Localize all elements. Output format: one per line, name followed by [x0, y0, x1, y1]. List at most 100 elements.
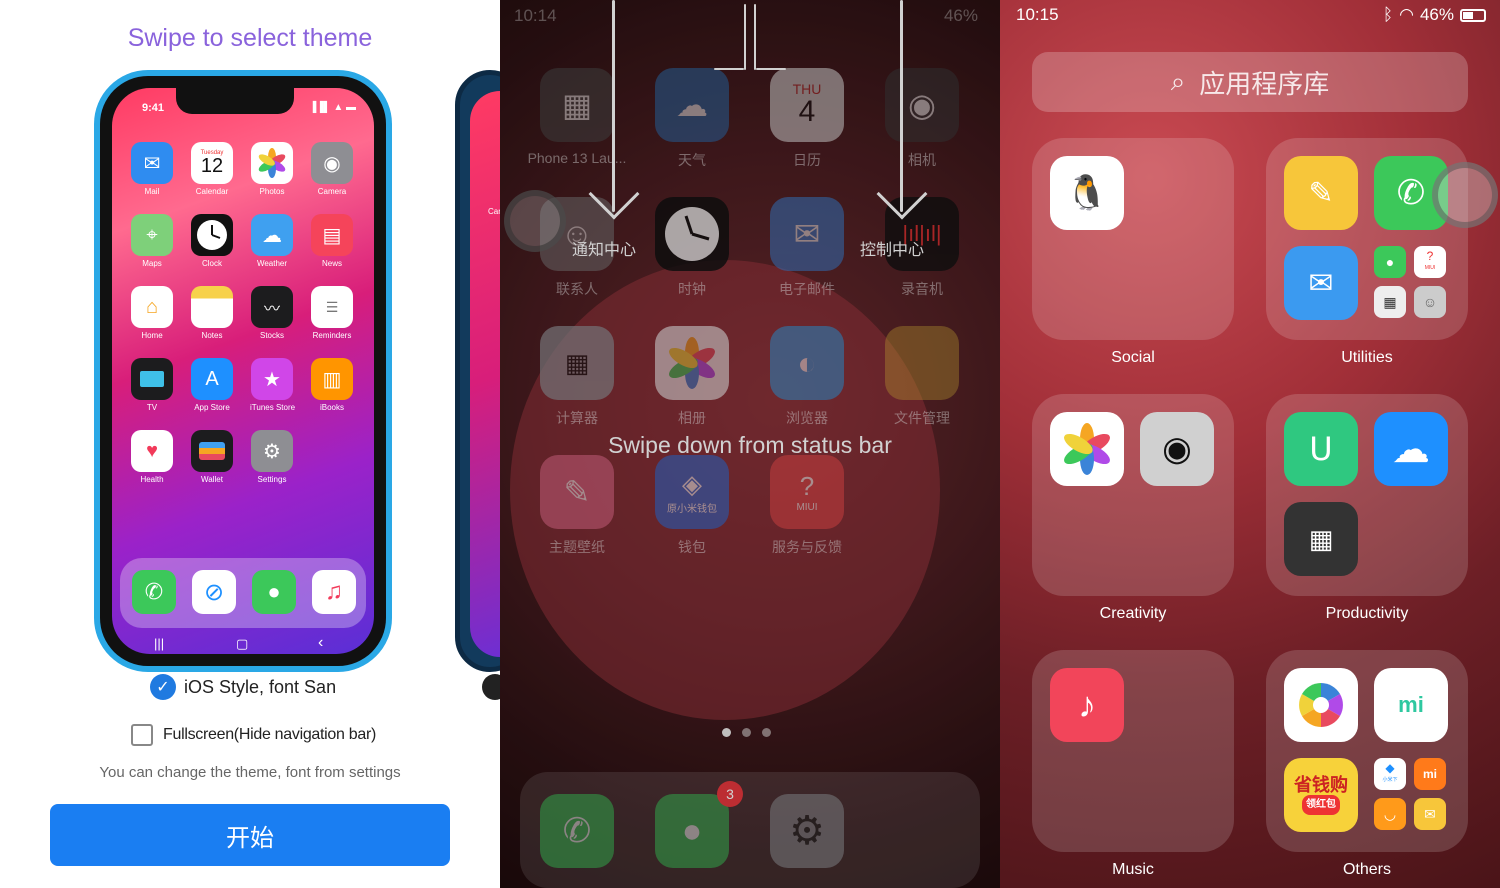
home-icon: ⌂ [131, 286, 173, 328]
mail-icon[interactable]: ✉ [1284, 246, 1358, 320]
mi-store-icon[interactable]: mi [1414, 758, 1446, 790]
ios-theme-preview[interactable]: 9:41 ▐▐▌ ▲ ▬ ✉ Mail Tuesday 12 Calendar [94, 70, 392, 672]
app-camera[interactable]: ◉ Camera [310, 142, 354, 196]
ios-style-label: iOS Style, font San [184, 676, 337, 697]
app-reminders[interactable]: ☰ Reminders [310, 286, 354, 340]
next-theme-preview[interactable]: Can [455, 70, 500, 672]
folder-label-productivity: Productivity [1325, 605, 1409, 622]
app-settings[interactable]: ⚙ Settings [250, 430, 294, 484]
notes-icon[interactable]: ✎ [1284, 156, 1358, 230]
home-button[interactable]: ▢ [236, 636, 248, 652]
app-weather[interactable]: ☁ Weather [250, 214, 294, 268]
itunes-icon: ★ [251, 358, 293, 400]
music-icon[interactable]: ♪ [1050, 668, 1124, 742]
status-time: 10:15 [1016, 5, 1059, 24]
mi-face-icon[interactable]: ◡ [1374, 798, 1406, 830]
app-clock[interactable]: Clock [190, 214, 234, 268]
news-icon: ▤ [311, 214, 353, 256]
folder-label-utilities: Utilities [1341, 349, 1393, 366]
panel-title: Swipe to select theme [127, 24, 373, 52]
appstore-icon: A [191, 358, 233, 400]
folder-label-creativity: Creativity [1099, 605, 1167, 622]
app-calendar[interactable]: Tuesday 12 Calendar [190, 142, 234, 196]
calculator-icon[interactable]: ▦ [1374, 286, 1406, 318]
app-maps[interactable]: ⌖ Maps [130, 214, 174, 268]
camera-icon: ◉ [311, 142, 353, 184]
next-theme-radio[interactable] [482, 674, 500, 700]
ibooks-icon: ▥ [311, 358, 353, 400]
settings-note: You can change the theme, font from sett… [99, 764, 401, 781]
folder-label-music: Music [1112, 861, 1154, 878]
app-home[interactable]: ⌂ Home [130, 286, 174, 340]
safari-icon[interactable]: ⊘ [192, 570, 236, 614]
app-photos[interactable]: Photos [250, 142, 294, 196]
weather-icon[interactable]: ☁ [1374, 412, 1448, 486]
stocks-icon: 〰 [251, 286, 293, 328]
photos-icon [251, 142, 293, 184]
app-news[interactable]: ▤ News [310, 214, 354, 268]
status-icons: ᛒ ◠ 46% [1383, 5, 1486, 25]
reminders-icon: ☰ [311, 286, 353, 328]
back-button[interactable]: ‹ [318, 634, 323, 652]
app-tv[interactable]: TV [130, 358, 174, 412]
peek-label: Can [488, 207, 500, 216]
app-library-search[interactable]: ⌕ 应用程序库 [1032, 52, 1468, 112]
app-ibooks[interactable]: ▥ iBooks [310, 358, 354, 412]
app-library-panel: 10:15 ᛒ ◠ 46% ⌕ 应用程序库 🐧 Social ✎ ✆ ✉ ● ?… [1000, 0, 1500, 888]
next-theme-screen: Can [470, 91, 500, 657]
app-appstore[interactable]: A App Store [190, 358, 234, 412]
contacts-icon[interactable]: ☺ [1414, 286, 1446, 318]
weather-icon: ☁ [251, 214, 293, 256]
mail-yellow-icon[interactable]: ✉ [1414, 798, 1446, 830]
music-icon[interactable]: ♫ [312, 570, 356, 614]
app-stocks[interactable]: 〰 Stocks [250, 286, 294, 340]
messages-icon[interactable]: ● [1374, 246, 1406, 278]
fullscreen-label: Fullscreen(Hide navigation bar) [163, 726, 377, 743]
theme-select-panel: Swipe to select theme 9:41 ▐▐▌ ▲ ▬ ✉ Mai… [0, 0, 500, 888]
checked-icon: ✓ [150, 674, 176, 700]
recent-apps-button[interactable]: ||| [154, 636, 164, 651]
miui-feedback-icon[interactable]: ? MIUI [1414, 246, 1446, 278]
health-icon: ♥ [131, 430, 173, 472]
gesture-tutorial-panel: 10:14 46% ▦ Phone 13 Lau... ☁ 天气 THU 4 日… [500, 0, 1000, 888]
calendar-day: 12 [200, 155, 224, 177]
app-wallet[interactable]: Wallet [190, 430, 234, 484]
nav-bar: ||| ▢ ‹ [112, 634, 374, 654]
browser-icon[interactable] [1284, 668, 1358, 742]
mail-icon: ✉ [131, 142, 173, 184]
search-icon: ⌕ [1170, 66, 1186, 96]
touch-indicator-icon [1432, 162, 1498, 228]
settings-icon: ⚙ [251, 430, 293, 472]
app-health[interactable]: ♥ Health [130, 430, 174, 484]
bluetooth-icon: ᛒ [1382, 5, 1394, 24]
fullscreen-checkbox[interactable]: Fullscreen(Hide navigation bar) [131, 724, 376, 746]
search-placeholder: 应用程序库 [1199, 68, 1330, 99]
app-itunes[interactable]: ★ iTunes Store [250, 358, 295, 412]
camera-icon[interactable]: ◉ [1140, 412, 1214, 486]
calendar-icon: Tuesday 12 [191, 142, 233, 184]
messages-icon[interactable]: ● [252, 570, 296, 614]
wifi-icon: ◠ [1399, 5, 1414, 24]
mihome-icon[interactable]: ᑌ [1284, 412, 1358, 486]
tv-icon [131, 358, 173, 400]
app-mail[interactable]: ✉ Mail [130, 142, 174, 196]
wallet-icon [191, 430, 233, 472]
mi-talk-icon[interactable]: mi [1374, 668, 1448, 742]
phone-icon[interactable]: ✆ [132, 570, 176, 614]
launcher-icon[interactable]: ▦ [1284, 502, 1358, 576]
qq-icon[interactable]: 🐧 [1050, 156, 1124, 230]
app-notes[interactable]: Notes [190, 286, 234, 340]
photos-icon[interactable] [1050, 412, 1124, 486]
folder-label-others: Others [1342, 861, 1391, 878]
start-button[interactable]: 开始 [50, 804, 450, 866]
xiaomi-download-icon[interactable]: ◆ 小米下 [1374, 758, 1406, 790]
battery-text: 46% [1419, 5, 1454, 24]
ios-style-option[interactable]: ✓ iOS Style, font San [150, 674, 336, 700]
battery-icon [1460, 8, 1486, 22]
shengqiangou-icon[interactable]: 省钱购 领红包 [1284, 758, 1358, 832]
screenshot-root: Swipe to select theme 9:41 ▐▐▌ ▲ ▬ ✉ Mai… [0, 0, 1500, 888]
folder-label-social: Social [1111, 349, 1155, 366]
dock: ✆ ⊘ ● ♫ [120, 558, 366, 628]
notes-icon [191, 286, 233, 328]
clock-icon [191, 214, 233, 256]
